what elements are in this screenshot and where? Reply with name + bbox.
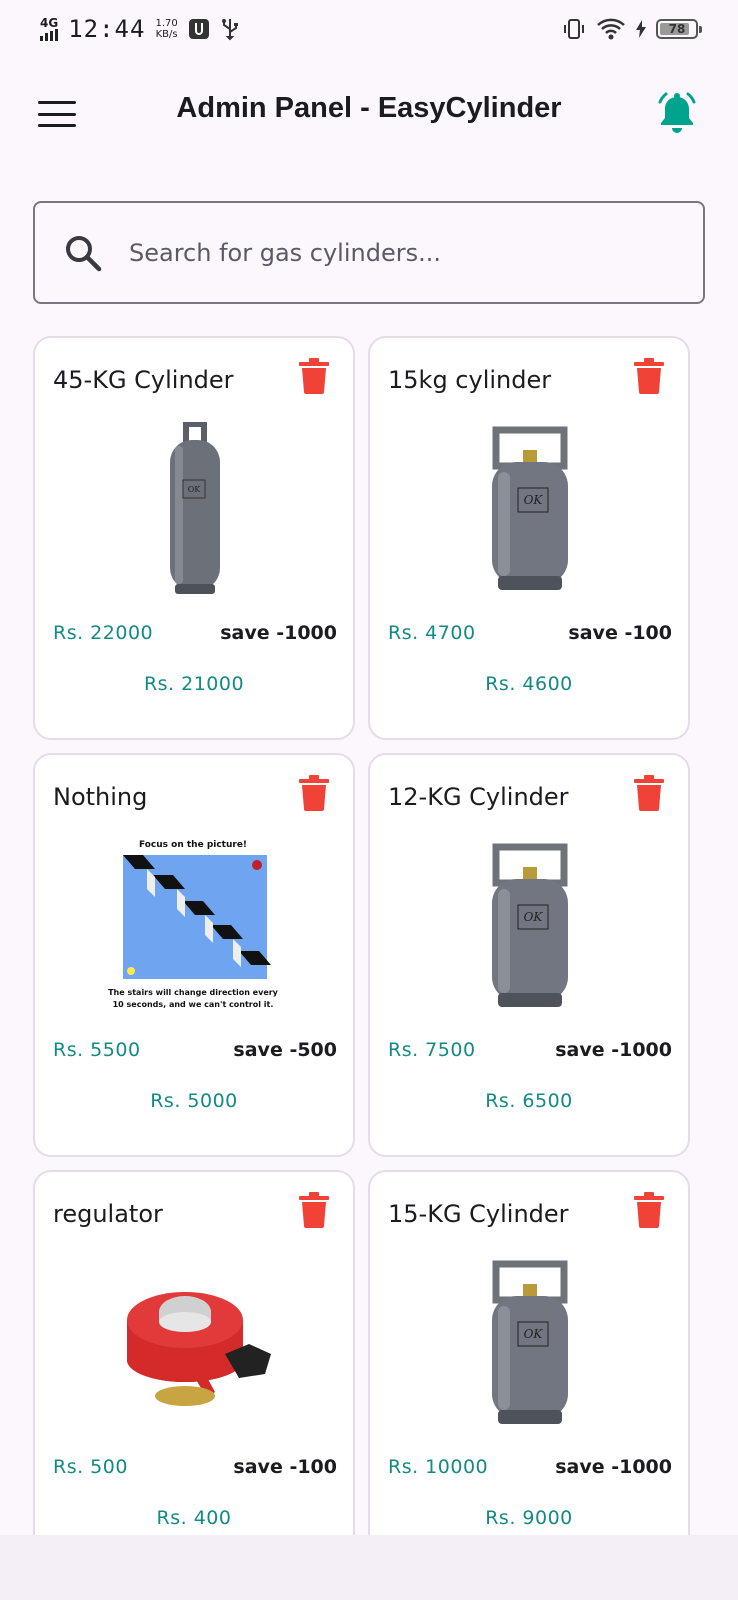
- charging-icon: [636, 20, 646, 38]
- svg-text:OK: OK: [524, 1327, 544, 1341]
- product-final-price: Rs. 9000: [485, 1507, 573, 1529]
- product-price: Rs. 4700: [388, 622, 476, 644]
- delete-icon[interactable]: [634, 775, 664, 811]
- product-final-price: Rs. 5000: [150, 1090, 238, 1112]
- product-card[interactable]: 15-KG Cylinder OK Rs. 10000 save -1000 R…: [368, 1170, 690, 1574]
- delete-icon[interactable]: [299, 358, 329, 394]
- gas-cylinder-image: OK: [492, 843, 568, 1007]
- product-discount: save -100: [233, 1456, 337, 1478]
- search-bar[interactable]: [33, 201, 705, 304]
- tall-gas-cylinder-image: OK: [170, 422, 220, 594]
- gas-cylinder-image: OK: [492, 1260, 568, 1424]
- delete-icon[interactable]: [634, 1192, 664, 1228]
- image-caption-line-1: The stairs will change direction every: [108, 988, 279, 997]
- product-discount: save -100: [568, 622, 672, 644]
- wifi-icon: [597, 18, 625, 40]
- stairs-illusion-image: Focus on the picture! The stairs will ch…: [108, 840, 279, 1009]
- product-discount: save -1000: [220, 622, 337, 644]
- svg-text:OK: OK: [524, 493, 544, 507]
- battery-icon: 78: [656, 19, 702, 39]
- product-price: Rs. 7500: [388, 1039, 476, 1061]
- product-name: 15kg cylinder: [388, 366, 552, 394]
- usb-debug-icon: [188, 19, 209, 39]
- delete-icon[interactable]: [634, 358, 664, 394]
- product-card[interactable]: 15kg cylinder OK Rs. 4700 save -100 Rs. …: [368, 336, 690, 740]
- image-caption-top: Focus on the picture!: [139, 840, 247, 850]
- product-card[interactable]: regulator Rs. 500 save -100 Rs. 400: [33, 1170, 355, 1574]
- product-discount: save -1000: [555, 1039, 672, 1061]
- svg-text:OK: OK: [188, 485, 202, 494]
- clock: 12:44: [68, 15, 146, 43]
- speed-unit: KB/s: [155, 29, 178, 40]
- network-type: 4G: [40, 16, 59, 30]
- status-bar-right: 78: [562, 17, 702, 41]
- app-bar: Admin Panel - EasyCylinder: [0, 58, 738, 168]
- navigation-bar-area: [0, 1535, 738, 1600]
- gas-cylinder-image: OK: [492, 426, 568, 590]
- product-price: Rs. 500: [53, 1456, 128, 1478]
- page-title: Admin Panel - EasyCylinder: [176, 92, 562, 124]
- search-icon: [66, 235, 102, 271]
- search-input[interactable]: [129, 238, 669, 267]
- gas-regulator-image: [127, 1292, 271, 1406]
- usb-icon: [221, 19, 238, 41]
- product-price: Rs. 22000: [53, 622, 154, 644]
- product-grid: 45-KG Cylinder OK Rs. 22000 save -1000 R…: [33, 336, 705, 1600]
- status-bar-left: 4G 12:44 1.70 KB/s: [40, 15, 240, 43]
- product-discount: save -500: [233, 1039, 337, 1061]
- vibrate-icon: [564, 19, 584, 39]
- product-final-price: Rs. 400: [156, 1507, 232, 1529]
- status-bar: 4G 12:44 1.70 KB/s 78: [0, 0, 738, 58]
- battery-level: 78: [668, 22, 686, 36]
- network-speed: 1.70 KB/s: [155, 18, 177, 40]
- product-name: regulator: [53, 1200, 163, 1228]
- product-price: Rs. 5500: [53, 1039, 141, 1061]
- product-name: 15-KG Cylinder: [388, 1200, 569, 1228]
- signal-icon: 4G: [40, 17, 58, 41]
- image-caption-line-2: 10 seconds, and we can't control it.: [113, 1000, 274, 1009]
- product-final-price: Rs. 21000: [143, 673, 245, 695]
- product-name: 12-KG Cylinder: [388, 783, 569, 811]
- product-name: 45-KG Cylinder: [53, 366, 234, 394]
- product-price: Rs. 10000: [388, 1456, 489, 1478]
- product-name: Nothing: [53, 783, 148, 811]
- bell-icon[interactable]: [654, 90, 700, 136]
- product-card[interactable]: 45-KG Cylinder OK Rs. 22000 save -1000 R…: [33, 336, 355, 740]
- product-card[interactable]: 12-KG Cylinder OK Rs. 7500 save -1000 Rs…: [368, 753, 690, 1157]
- product-final-price: Rs. 4600: [485, 673, 573, 695]
- delete-icon[interactable]: [299, 1192, 329, 1228]
- speed-value: 1.70: [155, 18, 178, 29]
- product-card[interactable]: Nothing Focus on the picture! The stairs…: [33, 753, 355, 1157]
- product-discount: save -1000: [555, 1456, 672, 1478]
- svg-text:OK: OK: [524, 910, 544, 924]
- delete-icon[interactable]: [299, 775, 329, 811]
- product-final-price: Rs. 6500: [485, 1090, 573, 1112]
